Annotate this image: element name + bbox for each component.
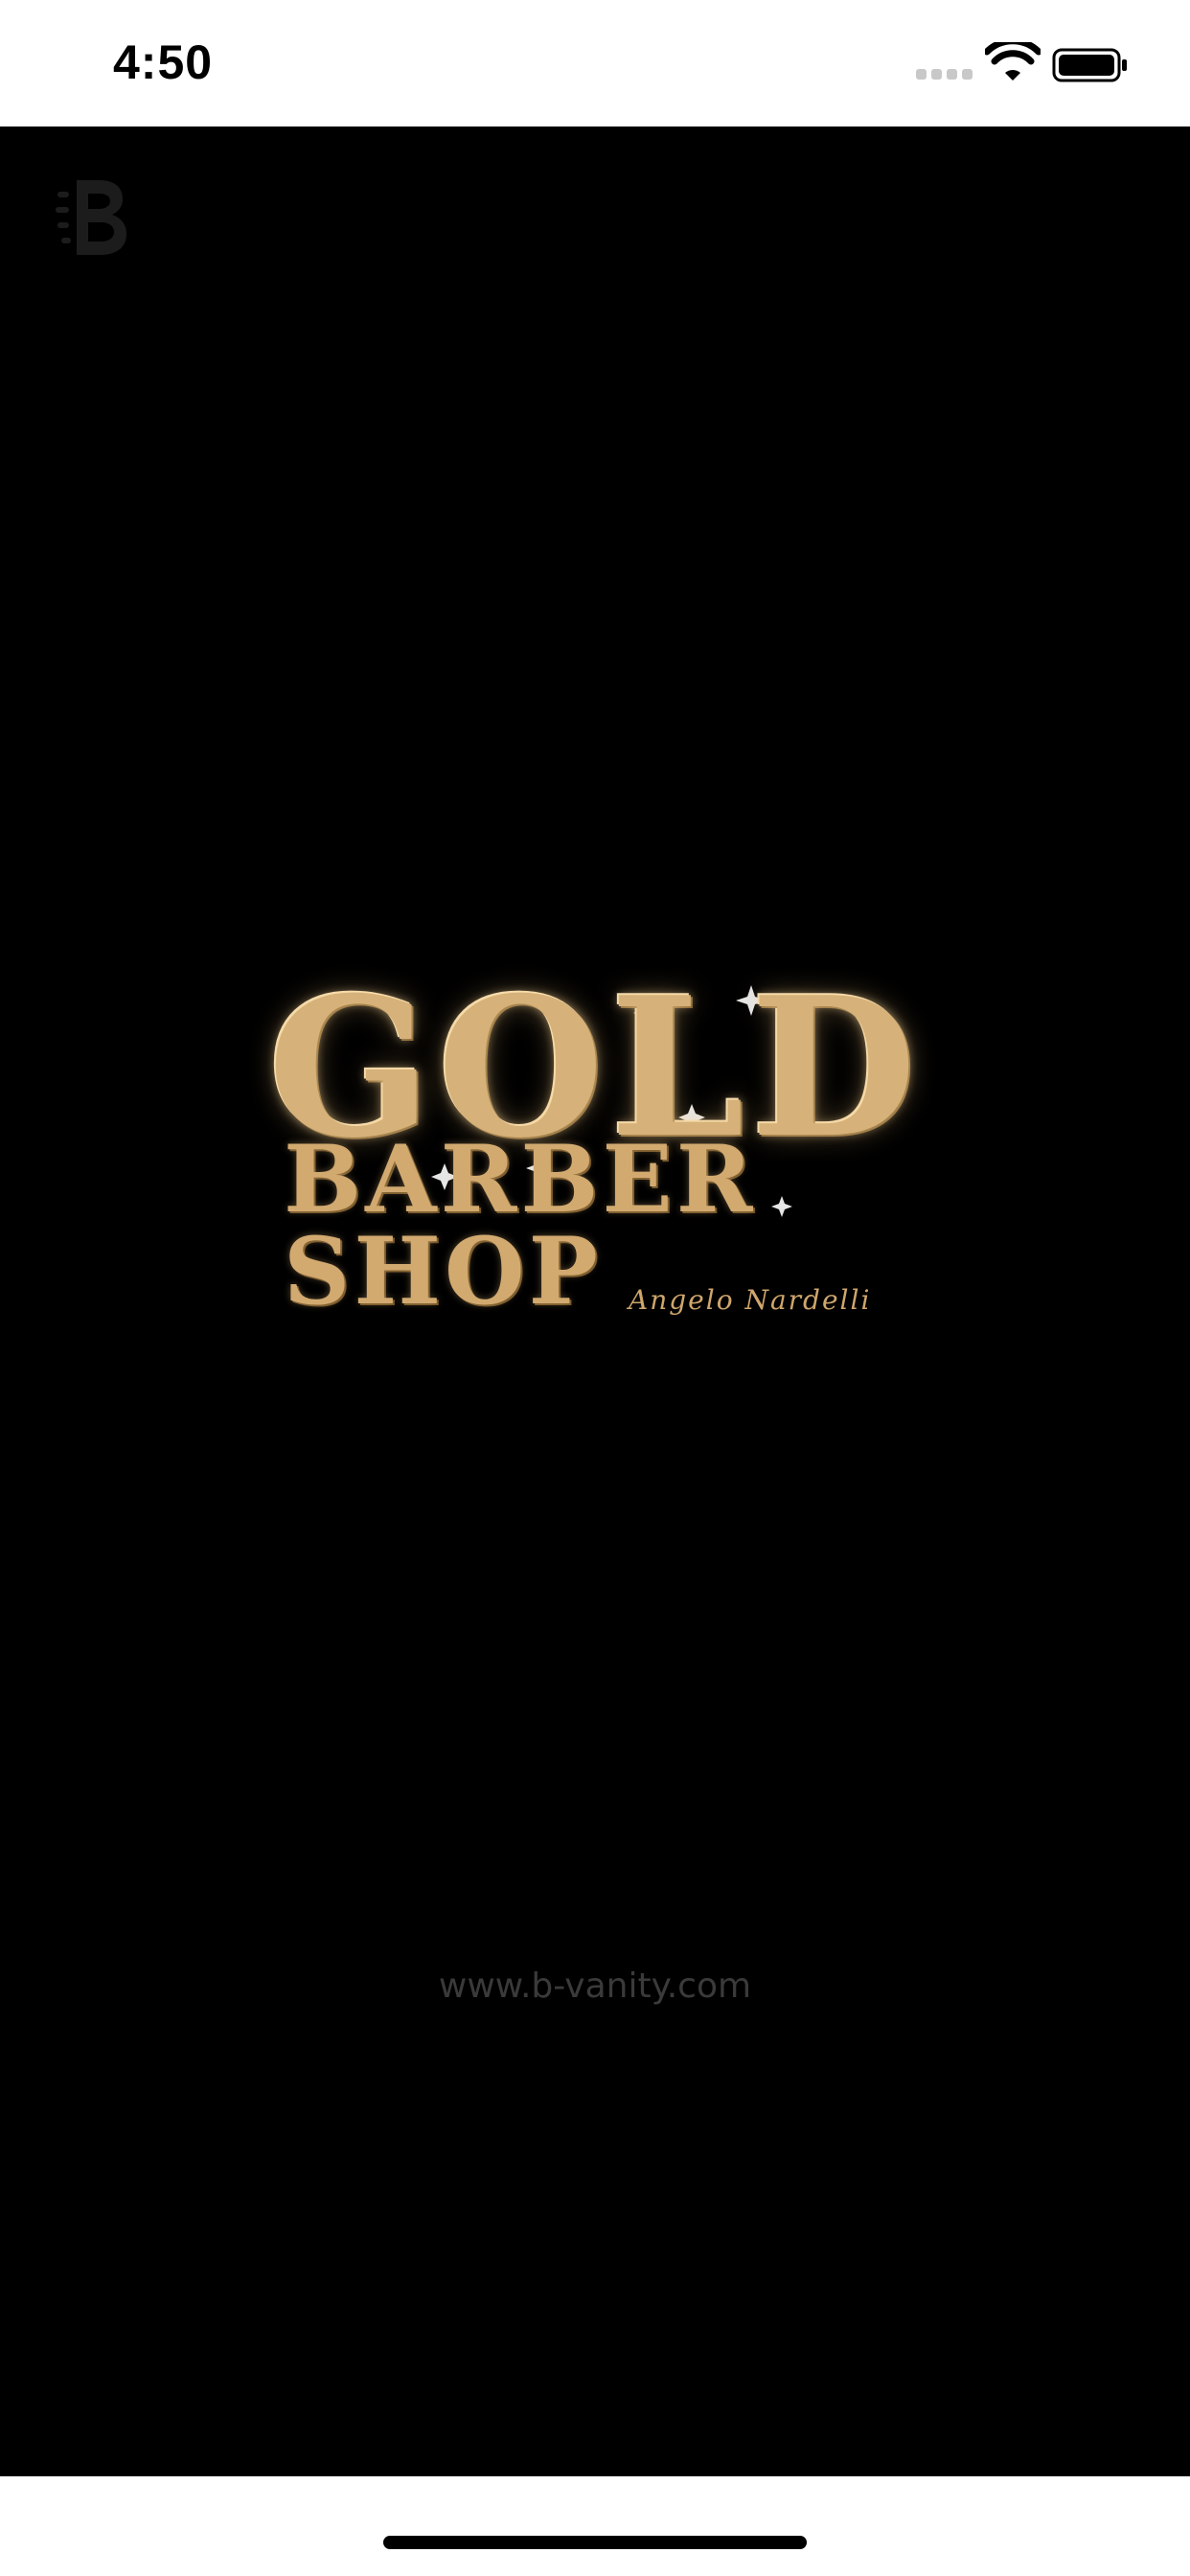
gold-barber-shop-logo: GOLD BARBER SHOP Angelo Nardelli xyxy=(267,968,916,1370)
b-logo-icon xyxy=(56,180,126,255)
logo-subtitle: BARBER SHOP xyxy=(284,1125,757,1325)
battery-icon xyxy=(1052,48,1127,82)
status-bar: 4:50 xyxy=(0,0,1190,126)
home-indicator-area xyxy=(0,2476,1190,2576)
website-url: www.b-vanity.com xyxy=(438,1966,752,2006)
logo-signature: Angelo Nardelli xyxy=(629,1284,872,1316)
splash-screen: GOLD BARBER SHOP Angelo Nardelli www.b-v… xyxy=(0,126,1190,2476)
wifi-icon xyxy=(985,42,1041,80)
cellular-signal-icon xyxy=(916,69,973,82)
home-indicator[interactable] xyxy=(383,2536,807,2549)
status-time: 4:50 xyxy=(113,35,214,89)
